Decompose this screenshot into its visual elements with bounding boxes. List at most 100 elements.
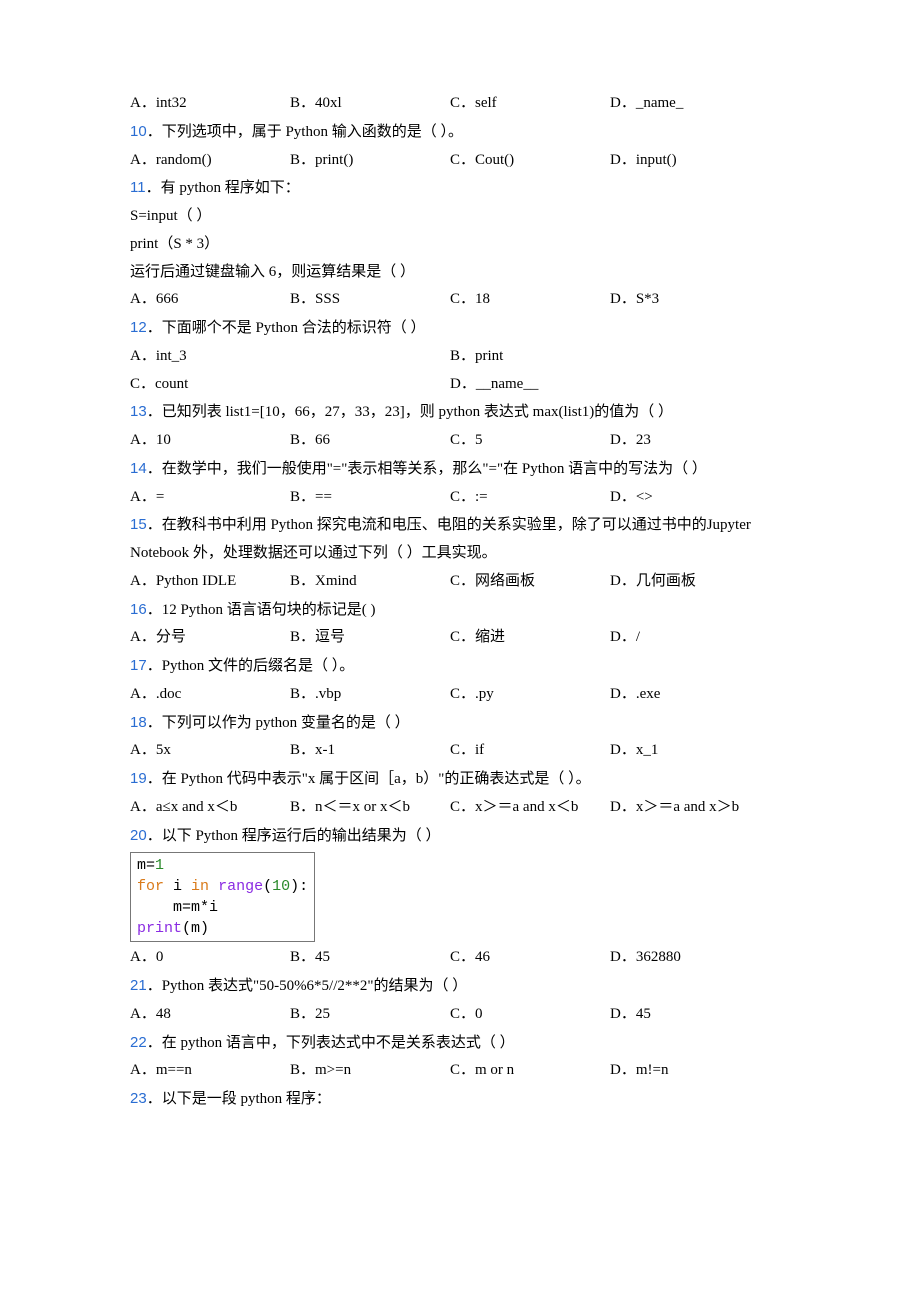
q15-text: ．在教科书中利用 Python 探究电流和电压、电阻的关系实验里，除了可以通过书… bbox=[130, 517, 751, 561]
q11-code-2: print（S * 3） bbox=[130, 231, 790, 259]
q15-stem: 15．在教科书中利用 Python 探究电流和电压、电阻的关系实验里，除了可以通… bbox=[130, 511, 790, 568]
q20-code-block: m=1 for i in range(10): m=m*i print(m) bbox=[130, 850, 790, 944]
code-lp: ( bbox=[263, 878, 272, 895]
q13-opt-d: D．23 bbox=[610, 427, 651, 455]
q9-opt-a: A．int32 bbox=[130, 90, 290, 118]
q15-opt-a: A．Python IDLE bbox=[130, 568, 290, 596]
q18-options: A．5x B．x-1 C．if D．x_1 bbox=[130, 737, 790, 765]
q22-opt-b: B．m>=n bbox=[290, 1057, 450, 1085]
q20-stem: 20．以下 Python 程序运行后的输出结果为（ ） bbox=[130, 822, 790, 851]
code-print: print bbox=[137, 920, 182, 937]
q12-opt-d: D．__name__ bbox=[450, 371, 538, 399]
q22-opt-a: A．m==n bbox=[130, 1057, 290, 1085]
q17-opt-a: A．.doc bbox=[130, 681, 290, 709]
q23-text: ．以下是一段 python 程序： bbox=[147, 1091, 331, 1107]
q16-opt-b: B．逗号 bbox=[290, 624, 450, 652]
q19-opt-b: B．n＜＝x or x＜b bbox=[290, 794, 450, 822]
q12-number: 12 bbox=[130, 319, 147, 336]
q16-opt-d: D．/ bbox=[610, 624, 640, 652]
q13-text: ．已知列表 list1=[10，66，27，33，23]，则 python 表达… bbox=[147, 404, 673, 420]
q16-opt-c: C．缩进 bbox=[450, 624, 610, 652]
q11-number: 11 bbox=[130, 179, 146, 196]
q18-opt-b: B．x-1 bbox=[290, 737, 450, 765]
q16-text: ．12 Python 语言语句块的标记是( ) bbox=[147, 602, 376, 618]
q20-options: A．0 B．45 C．46 D．362880 bbox=[130, 944, 790, 972]
q22-text: ．在 python 语言中，下列表达式中不是关系表达式（ ） bbox=[147, 1035, 515, 1051]
q10-opt-b: B．print() bbox=[290, 147, 450, 175]
q14-opt-c: C．:= bbox=[450, 484, 610, 512]
q13-stem: 13．已知列表 list1=[10，66，27，33，23]，则 python … bbox=[130, 398, 790, 427]
q18-opt-d: D．x_1 bbox=[610, 737, 658, 765]
q14-opt-b: B．== bbox=[290, 484, 450, 512]
q10-stem: 10．下列选项中，属于 Python 输入函数的是（ ）。 bbox=[130, 118, 790, 147]
code-l1b: 1 bbox=[155, 857, 164, 874]
q19-opt-d: D．x＞＝a and x＞b bbox=[610, 794, 739, 822]
q12-opt-b: B．print bbox=[450, 343, 503, 371]
q12-text: ．下面哪个不是 Python 合法的标识符（ ） bbox=[147, 320, 426, 336]
q15-number: 15 bbox=[130, 516, 147, 533]
code-10: 10 bbox=[272, 878, 290, 895]
q21-opt-b: B．25 bbox=[290, 1001, 450, 1029]
q19-stem: 19．在 Python 代码中表示"x 属于区间［a，b）"的正确表达式是（ ）… bbox=[130, 765, 790, 794]
q14-number: 14 bbox=[130, 460, 147, 477]
q22-opt-c: C．m or n bbox=[450, 1057, 610, 1085]
q20-opt-a: A．0 bbox=[130, 944, 290, 972]
code-box: m=1 for i in range(10): m=m*i print(m) bbox=[130, 852, 315, 942]
q9-opt-c: C．self bbox=[450, 90, 610, 118]
q21-options: A．48 B．25 C．0 D．45 bbox=[130, 1001, 790, 1029]
q22-number: 22 bbox=[130, 1034, 147, 1051]
q10-options: A．random() B．print() C．Cout() D．input() bbox=[130, 147, 790, 175]
code-i: i bbox=[164, 878, 191, 895]
q14-stem: 14．在数学中，我们一般使用"="表示相等关系，那么"="在 Python 语言… bbox=[130, 455, 790, 484]
exam-page: A．int32 B．40xl C．self D．_name_ 10．下列选项中，… bbox=[0, 0, 920, 1302]
q12-opt-c: C．count bbox=[130, 371, 450, 399]
q11-code-1: S=input（ ） bbox=[130, 203, 790, 231]
code-l3: m=m*i bbox=[137, 899, 218, 916]
q13-options: A．10 B．66 C．5 D．23 bbox=[130, 427, 790, 455]
q18-text: ．下列可以作为 python 变量名的是（ ） bbox=[147, 715, 410, 731]
q17-opt-c: C．.py bbox=[450, 681, 610, 709]
q21-number: 21 bbox=[130, 977, 147, 994]
q12-stem: 12．下面哪个不是 Python 合法的标识符（ ） bbox=[130, 314, 790, 343]
code-in: in bbox=[191, 878, 209, 895]
q9-options: A．int32 B．40xl C．self D．_name_ bbox=[130, 90, 790, 118]
q21-opt-a: A．48 bbox=[130, 1001, 290, 1029]
q14-opt-a: A．= bbox=[130, 484, 290, 512]
q13-opt-b: B．66 bbox=[290, 427, 450, 455]
q20-number: 20 bbox=[130, 827, 147, 844]
q13-opt-c: C．5 bbox=[450, 427, 610, 455]
q10-opt-a: A．random() bbox=[130, 147, 290, 175]
q12-options-2: C．count D．__name__ bbox=[130, 371, 790, 399]
q9-opt-b: B．40xl bbox=[290, 90, 450, 118]
q10-text: ．下列选项中，属于 Python 输入函数的是（ ）。 bbox=[147, 124, 463, 140]
q13-number: 13 bbox=[130, 403, 147, 420]
q21-text: ．Python 表达式"50-50%6*5//2**2"的结果为（ ） bbox=[147, 978, 468, 994]
q16-options: A．分号 B．逗号 C．缩进 D．/ bbox=[130, 624, 790, 652]
q11-opt-b: B．SSS bbox=[290, 286, 450, 314]
q16-number: 16 bbox=[130, 601, 147, 618]
code-m: (m) bbox=[182, 920, 209, 937]
q15-options: A．Python IDLE B．Xmind C．网络画板 D．几何画板 bbox=[130, 568, 790, 596]
q20-opt-c: C．46 bbox=[450, 944, 610, 972]
code-rp: ): bbox=[290, 878, 308, 895]
q17-opt-d: D．.exe bbox=[610, 681, 660, 709]
q14-text: ．在数学中，我们一般使用"="表示相等关系，那么"="在 Python 语言中的… bbox=[147, 461, 707, 477]
q20-opt-d: D．362880 bbox=[610, 944, 681, 972]
q17-opt-b: B．.vbp bbox=[290, 681, 450, 709]
q18-opt-c: C．if bbox=[450, 737, 610, 765]
q19-opt-c: C．x＞＝a and x＜b bbox=[450, 794, 610, 822]
q10-opt-c: C．Cout() bbox=[450, 147, 610, 175]
q11-stem: 11．有 python 程序如下： bbox=[130, 174, 790, 203]
q13-opt-a: A．10 bbox=[130, 427, 290, 455]
q22-options: A．m==n B．m>=n C．m or n D．m!=n bbox=[130, 1057, 790, 1085]
q18-number: 18 bbox=[130, 714, 147, 731]
q16-opt-a: A．分号 bbox=[130, 624, 290, 652]
q11-text: ．有 python 程序如下： bbox=[146, 180, 300, 196]
q15-opt-c: C．网络画板 bbox=[450, 568, 610, 596]
q19-number: 19 bbox=[130, 770, 147, 787]
q19-opt-a: A．a≤x and x＜b bbox=[130, 794, 290, 822]
q23-number: 23 bbox=[130, 1090, 147, 1107]
q21-stem: 21．Python 表达式"50-50%6*5//2**2"的结果为（ ） bbox=[130, 972, 790, 1001]
q23-stem: 23．以下是一段 python 程序： bbox=[130, 1085, 790, 1114]
q11-sub: 运行后通过键盘输入 6，则运算结果是（ ） bbox=[130, 259, 790, 287]
